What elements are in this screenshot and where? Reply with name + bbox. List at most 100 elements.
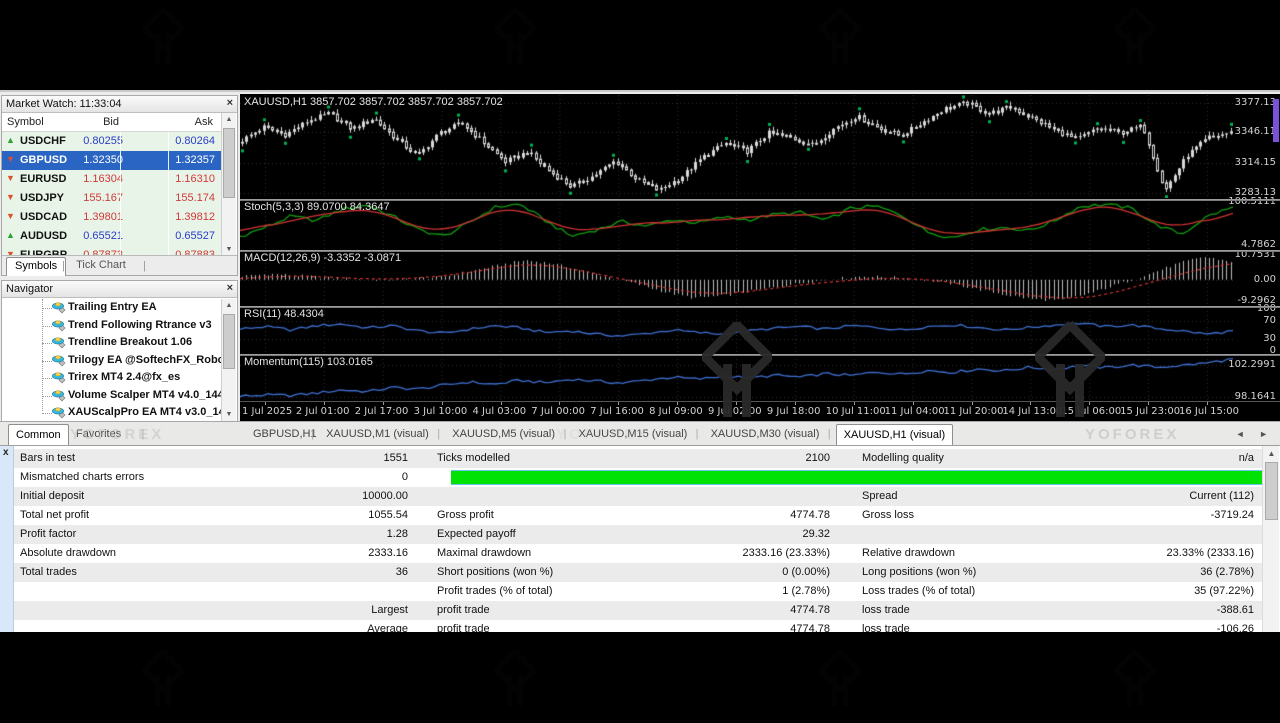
watermark-text: YOFOREX — [1085, 426, 1179, 443]
time-label: 7 Jul 16:00 — [590, 406, 644, 417]
tester-scrollbar[interactable]: ▲ ▼ — [1262, 446, 1279, 635]
market-watch-header: Symbol Bid Ask — [2, 113, 223, 132]
navigator-scrollbar[interactable]: ▲ ▼ — [221, 299, 236, 422]
chart-tab-xauusd-h1-visual-[interactable]: XAUUSD,H1 (visual) — [836, 424, 953, 445]
bottom-tab-strip: ◄ ► Common|Favorites|GBPUSD,H1|XAUUSD,M1… — [0, 421, 1280, 445]
tester-value: 4774.78 — [634, 509, 830, 521]
tester-row: Bars in test1551Ticks modelled2100Modell… — [14, 449, 1262, 468]
chart-tab-xauusd-m5-visual-[interactable]: XAUUSD,M5 (visual) — [445, 424, 562, 445]
tab-divider: | — [62, 260, 65, 272]
market-watch-row[interactable]: ▼USDJPY155.167155.174 — [2, 189, 223, 208]
close-icon[interactable]: x — [3, 447, 9, 458]
symbol-name: EURUSD — [20, 173, 66, 185]
tab-common[interactable]: Common — [8, 424, 69, 445]
chart-tab-xauusd-m1-visual-[interactable]: XAUUSD,M1 (visual) — [319, 424, 436, 445]
tester-row: Absolute drawdown2333.16Maximal drawdown… — [14, 544, 1262, 563]
column-divider — [120, 170, 121, 189]
tester-label: Gross loss — [862, 509, 914, 521]
time-label: 2 Jul 17:00 — [355, 406, 409, 417]
tab-tick-chart[interactable]: Tick Chart — [68, 257, 134, 276]
time-label: 3 Jul 10:00 — [414, 406, 468, 417]
scrollbar-thumb[interactable] — [223, 128, 235, 198]
axis-label: 102.2991 — [1228, 359, 1276, 370]
time-tick — [795, 402, 796, 405]
scroll-up-icon[interactable]: ▲ — [222, 299, 236, 313]
bid-value: 0.65521 — [67, 230, 123, 242]
navigator-item-label: Trend Following Rtrance v3 — [68, 319, 212, 331]
chart-pane-stoch: Stoch(5,3,3) 89.0700 84.3647 — [240, 200, 1233, 249]
tab-divider: | — [311, 428, 314, 440]
tester-value: Largest — [214, 604, 408, 616]
navigator-item[interactable]: Trendline Breakout 1.06 — [2, 334, 223, 352]
column-symbol[interactable]: Symbol — [7, 116, 44, 128]
market-watch-title-text: Market Watch: 11:33:04 — [6, 98, 122, 110]
time-tick — [1030, 402, 1031, 405]
column-divider — [120, 227, 121, 246]
navigator-item[interactable]: Volume Scalper MT4 v4.0_1443- — [2, 387, 223, 405]
tester-label: Ticks modelled — [437, 452, 510, 464]
navigator-item-label: Trilogy EA @SoftechFX_Robot — [68, 354, 223, 366]
tab-divider: | — [143, 260, 146, 272]
navigator-item[interactable]: XAUScalpPro EA MT4 v3.0_1444 — [2, 404, 223, 422]
market-watch-row[interactable]: ▼GBPUSD1.323501.32357 — [2, 151, 223, 170]
market-watch-panel: Market Watch: 11:33:04 × Symbol Bid Ask … — [1, 95, 238, 276]
watermark-text: YOFOREX — [70, 426, 164, 443]
chart-pane-macd: MACD(12,26,9) -3.3352 -3.0871 — [240, 251, 1233, 305]
market-watch-row[interactable]: ▼USDCAD1.398011.39812 — [2, 208, 223, 227]
tester-label: Total trades — [20, 566, 77, 578]
scrollbar-thumb[interactable] — [223, 314, 235, 369]
expert-advisor-icon — [52, 336, 66, 349]
tree-connector — [42, 361, 52, 362]
chart-area[interactable]: XAUUSD,H1 3857.702 3857.702 3857.702 385… — [240, 94, 1280, 421]
navigator-item[interactable]: Trirex MT4 2.4@fx_es — [2, 369, 223, 387]
column-ask[interactable]: Ask — [195, 116, 213, 128]
pane-splitter[interactable] — [240, 199, 1280, 201]
column-bid[interactable]: Bid — [103, 116, 119, 128]
pane-splitter[interactable] — [240, 306, 1280, 308]
tree-connector — [42, 396, 52, 397]
time-tick — [972, 402, 973, 405]
time-tick — [618, 402, 619, 405]
tab-scroll-arrows[interactable]: ◄ ► — [1236, 429, 1274, 439]
tester-label: Absolute drawdown — [20, 547, 116, 559]
time-tick — [854, 402, 855, 405]
symbol-name: USDJPY — [20, 192, 64, 204]
scroll-up-icon[interactable]: ▲ — [222, 113, 236, 127]
tester-value: 1.28 — [214, 528, 408, 540]
tab-symbols[interactable]: Symbols — [6, 257, 66, 276]
close-icon[interactable]: × — [227, 97, 233, 109]
column-divider — [168, 170, 169, 189]
market-watch-row[interactable]: ▲AUDUSD0.655210.65527 — [2, 227, 223, 246]
time-tick — [559, 402, 560, 405]
tester-value: 36 (2.78%) — [1054, 566, 1254, 578]
scrollbar-thumb[interactable] — [1265, 462, 1278, 520]
tab-divider: | — [437, 428, 440, 440]
market-watch-row[interactable]: ▼EURUSD1.163041.16310 — [2, 170, 223, 189]
tester-value: 36 — [214, 566, 408, 578]
market-watch-row[interactable]: ▲USDCHF0.802550.80264 — [2, 132, 223, 151]
tester-value: 1551 — [214, 452, 408, 464]
tester-value: 2333.16 (23.33%) — [634, 547, 830, 559]
tree-connector — [42, 326, 52, 327]
navigator-item[interactable]: Trailing Entry EA — [2, 299, 223, 317]
tree-connector — [42, 378, 52, 379]
top-letterbox-bar — [0, 0, 1280, 90]
chart-tab-xauusd-m30-visual-[interactable]: XAUUSD,M30 (visual) — [704, 424, 827, 445]
navigator-item[interactable]: Trend Following Rtrance v3 — [2, 317, 223, 335]
scroll-up-icon[interactable]: ▲ — [1264, 446, 1279, 461]
close-icon[interactable]: × — [227, 282, 233, 294]
axis-label: 0.00 — [1254, 274, 1276, 285]
tester-label: Loss trades (% of total) — [862, 585, 975, 597]
tester-label: Short positions (won %) — [437, 566, 553, 578]
expert-advisor-icon — [52, 354, 66, 367]
market-watch-scrollbar[interactable]: ▲ ▼ — [221, 113, 236, 257]
tester-label: Maximal drawdown — [437, 547, 531, 559]
navigator-item[interactable]: Trilogy EA @SoftechFX_Robot — [2, 352, 223, 370]
navigator-tree: Trailing Entry EA Trend Following Rtranc… — [2, 299, 223, 423]
market-watch-title: Market Watch: 11:33:04 × — [2, 96, 237, 113]
navigator-item-label: Trendline Breakout 1.06 — [68, 336, 192, 348]
time-tick — [265, 402, 266, 405]
arrow-down-icon: ▼ — [6, 173, 15, 183]
scroll-down-icon[interactable]: ▼ — [222, 408, 236, 422]
symbol-name: USDCAD — [20, 211, 67, 223]
